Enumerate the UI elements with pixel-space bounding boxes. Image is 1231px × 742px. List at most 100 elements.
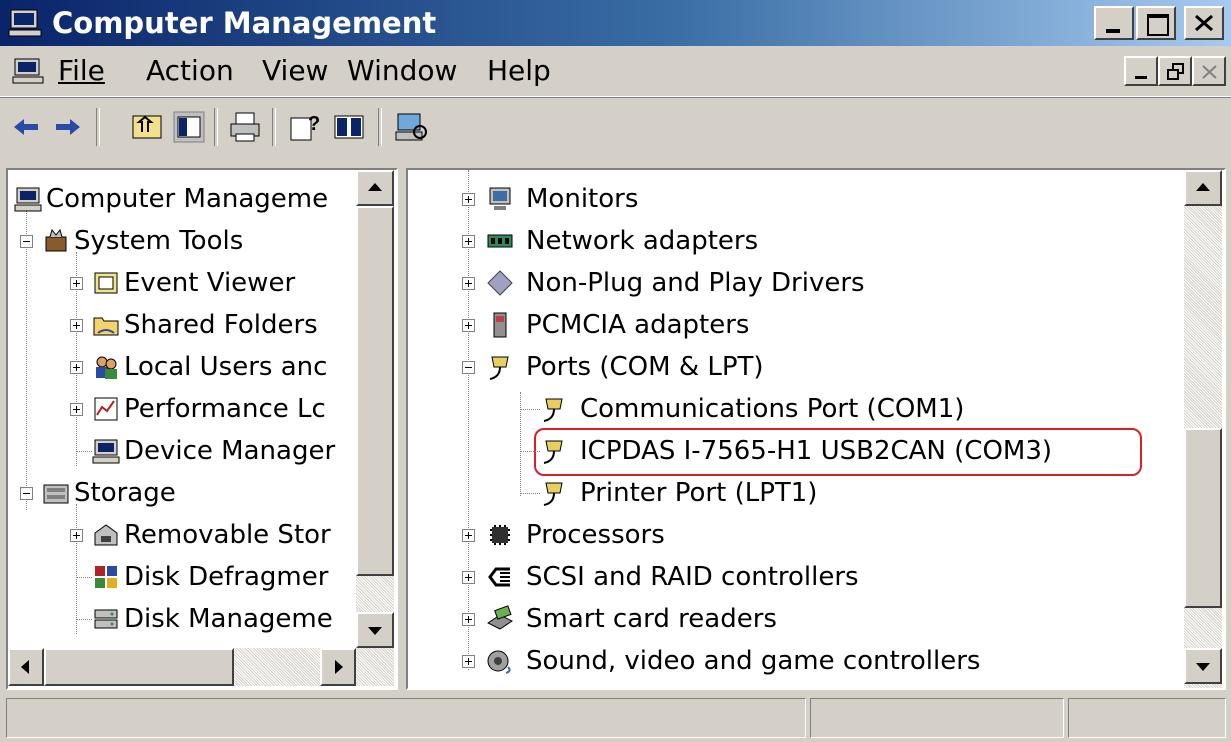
expand-toggle[interactable] bbox=[462, 277, 475, 290]
device-label: SCSI and RAID controllers bbox=[526, 562, 859, 592]
device-label: Ports (COM & LPT) bbox=[526, 352, 764, 382]
tree-line bbox=[76, 577, 92, 578]
up-one-level-icon[interactable] bbox=[130, 110, 164, 144]
tree-label: System Tools bbox=[74, 226, 244, 256]
menu-file[interactable]: File bbox=[58, 53, 105, 89]
scroll-thumb[interactable] bbox=[356, 206, 394, 576]
tree-line bbox=[26, 210, 27, 510]
menu-window-label: Window bbox=[347, 54, 458, 87]
menu-action-label: Action bbox=[146, 54, 234, 87]
scroll-up-button[interactable] bbox=[1184, 170, 1222, 206]
tree-line bbox=[520, 451, 540, 452]
tree-label: Device Manager bbox=[124, 436, 336, 466]
child-restore-button[interactable] bbox=[1158, 56, 1192, 86]
tree-label: Disk Manageme bbox=[124, 604, 333, 634]
menu-view[interactable]: View bbox=[262, 53, 328, 89]
tree-label: Computer Manageme bbox=[46, 184, 329, 214]
collapse-toggle[interactable] bbox=[20, 235, 33, 248]
scroll-up-button[interactable] bbox=[356, 170, 394, 206]
show-hide-console-tree-icon[interactable] bbox=[172, 110, 206, 144]
child-close-button[interactable] bbox=[1192, 56, 1226, 86]
expand-toggle[interactable] bbox=[70, 361, 83, 374]
expand-toggle[interactable] bbox=[462, 529, 475, 542]
window-title: Computer Management bbox=[52, 6, 437, 40]
expand-toggle[interactable] bbox=[462, 613, 475, 626]
console-menu-icon[interactable] bbox=[12, 57, 44, 85]
device-label: Smart card readers bbox=[526, 604, 777, 634]
minimize-button[interactable] bbox=[1094, 6, 1134, 40]
menu-help[interactable]: Help bbox=[487, 53, 551, 89]
tree-line bbox=[76, 619, 92, 620]
menu-help-label: Help bbox=[487, 54, 551, 87]
menu-window[interactable]: Window bbox=[347, 53, 457, 89]
maximize-button[interactable] bbox=[1136, 6, 1176, 40]
expand-toggle[interactable] bbox=[462, 193, 475, 206]
driver-icon bbox=[487, 270, 513, 296]
collapse-toggle[interactable] bbox=[462, 361, 475, 374]
tree-label: Local Users anc bbox=[124, 352, 328, 382]
expand-toggle[interactable] bbox=[70, 529, 83, 542]
console-tree-pane: Computer Manageme System Tools Event Vie… bbox=[6, 168, 398, 690]
expand-toggle[interactable] bbox=[70, 319, 83, 332]
toolbox-icon bbox=[45, 228, 67, 252]
device-label: ICPDAS I-7565-H1 USB2CAN (COM3) bbox=[580, 436, 1053, 466]
scsi-icon bbox=[488, 567, 510, 587]
tree-label: Removable Stor bbox=[124, 520, 331, 550]
properties-help-icon[interactable]: ? bbox=[288, 110, 322, 144]
close-button[interactable] bbox=[1184, 6, 1224, 40]
status-panel-2 bbox=[810, 698, 1064, 738]
computer-management-icon bbox=[8, 9, 42, 37]
collapse-toggle[interactable] bbox=[20, 487, 33, 500]
pcmcia-icon bbox=[493, 312, 507, 338]
child-minimize-button[interactable] bbox=[1124, 56, 1158, 86]
minimize-icon bbox=[1135, 76, 1147, 79]
device-label: PCMCIA adapters bbox=[526, 310, 750, 340]
expand-toggle[interactable] bbox=[462, 235, 475, 248]
scroll-right-button[interactable] bbox=[320, 648, 356, 686]
scan-hardware-icon[interactable] bbox=[394, 110, 428, 144]
arrow-left-icon bbox=[21, 660, 29, 674]
tree-label: Performance Lc bbox=[124, 394, 326, 424]
tree-line bbox=[520, 493, 540, 494]
arrow-down-icon bbox=[1196, 663, 1210, 671]
expand-toggle[interactable] bbox=[462, 319, 475, 332]
tree-label: Storage bbox=[74, 478, 176, 508]
users-icon bbox=[96, 356, 117, 379]
device-label: Communications Port (COM1) bbox=[580, 394, 965, 424]
scroll-down-button[interactable] bbox=[356, 612, 394, 648]
device-label: Non-Plug and Play Drivers bbox=[526, 268, 865, 298]
device-label: Monitors bbox=[526, 184, 639, 214]
expand-toggle[interactable] bbox=[70, 277, 83, 290]
toolbar-separator bbox=[214, 108, 218, 146]
device-label: Sound, video and game controllers bbox=[526, 646, 981, 676]
expand-toggle[interactable] bbox=[462, 655, 475, 668]
right-vertical-scrollbar[interactable] bbox=[1184, 170, 1222, 688]
disk-management-icon bbox=[94, 609, 118, 629]
scroll-thumb[interactable] bbox=[44, 648, 234, 686]
forward-arrow-icon[interactable] bbox=[50, 110, 84, 144]
scroll-thumb[interactable] bbox=[1184, 428, 1222, 608]
close-icon bbox=[1202, 65, 1217, 79]
expand-toggle[interactable] bbox=[462, 571, 475, 584]
expand-toggle[interactable] bbox=[70, 403, 83, 416]
tree-label: Disk Defragmer bbox=[124, 562, 329, 592]
tree-label: Event Viewer bbox=[124, 268, 296, 298]
port-icon bbox=[543, 440, 563, 464]
action-pane-icon[interactable] bbox=[332, 110, 366, 144]
left-vertical-scrollbar[interactable] bbox=[356, 170, 394, 648]
port-icon bbox=[543, 398, 563, 422]
menu-action[interactable]: Action bbox=[146, 53, 234, 89]
scroll-left-button[interactable] bbox=[8, 648, 44, 686]
menu-view-label: View bbox=[262, 54, 329, 87]
print-icon[interactable] bbox=[228, 110, 262, 144]
arrow-up-icon bbox=[368, 183, 382, 191]
computer-icon bbox=[14, 187, 42, 212]
port-icon bbox=[489, 356, 509, 380]
back-arrow-icon[interactable] bbox=[10, 110, 44, 144]
shared-folders-icon bbox=[93, 317, 119, 336]
scroll-down-button[interactable] bbox=[1184, 648, 1222, 684]
menu-file-label: File bbox=[58, 54, 105, 87]
removable-storage-icon bbox=[94, 524, 118, 546]
sound-icon bbox=[487, 650, 511, 674]
left-horizontal-scrollbar[interactable] bbox=[8, 648, 394, 686]
